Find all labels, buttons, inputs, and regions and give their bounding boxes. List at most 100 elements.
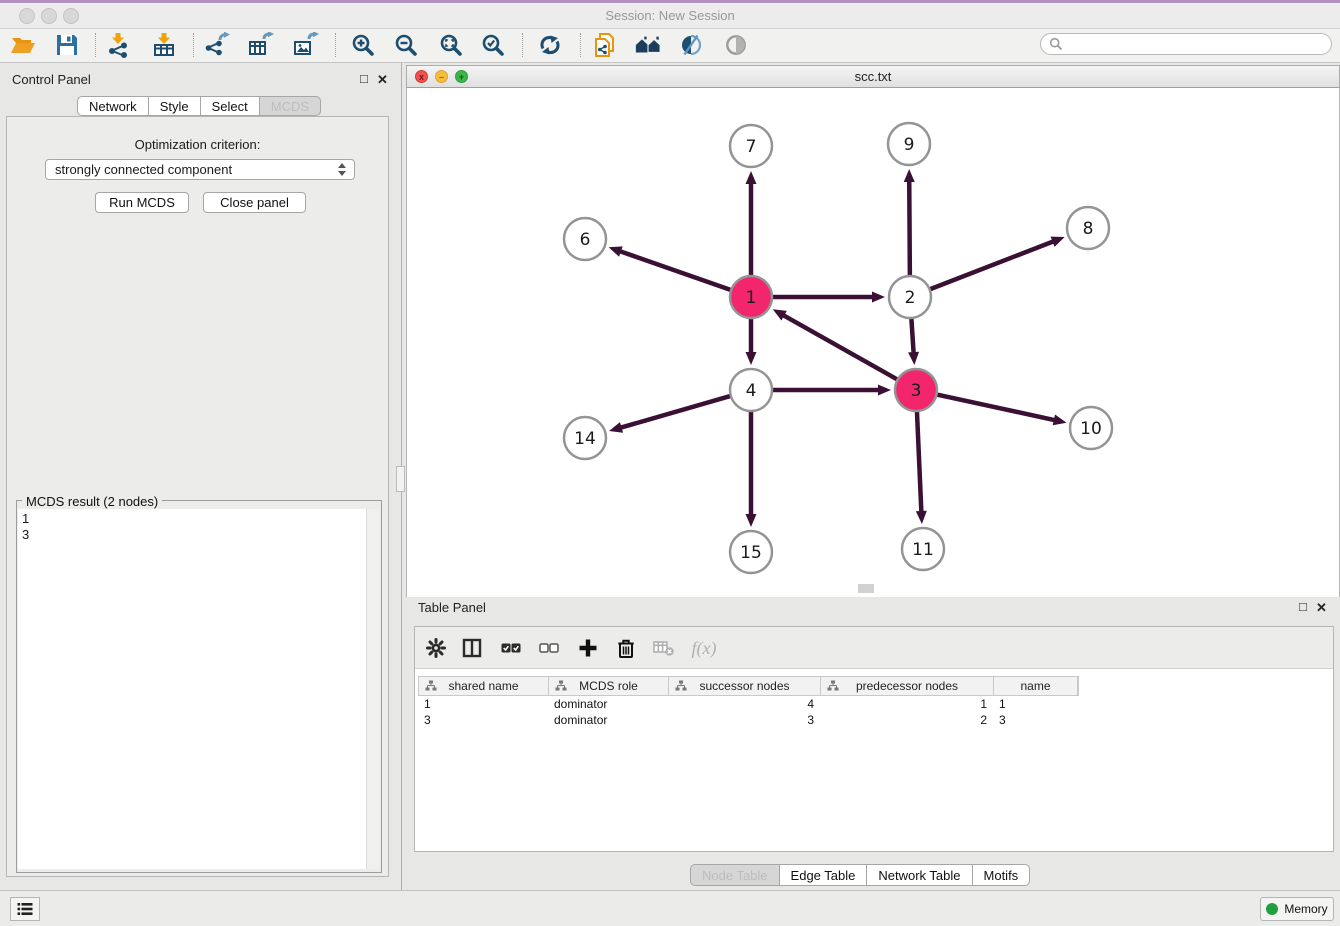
window-title: Session: New Session (0, 8, 1340, 23)
table-cell[interactable]: 3 (418, 713, 548, 727)
column-header-name[interactable]: name (994, 677, 1078, 695)
toolbar-separator (580, 33, 581, 57)
first-neighbors-icon[interactable] (634, 31, 662, 59)
unselect-all-icon[interactable] (535, 634, 563, 662)
column-header-mcds-role[interactable]: MCDS role (549, 677, 669, 695)
control-panel-tabs: NetworkStyleSelectMCDS (77, 96, 320, 116)
node-label-3: 3 (911, 381, 922, 401)
arrowhead-4-14 (609, 422, 623, 433)
tab-network-table[interactable]: Network Table (866, 864, 972, 886)
edge-3-11[interactable] (917, 409, 922, 512)
table-cell[interactable]: 2 (820, 713, 993, 727)
node-label-10: 10 (1080, 419, 1102, 439)
refresh-view-icon[interactable] (536, 31, 564, 59)
memory-button[interactable]: Memory (1260, 897, 1334, 921)
optimization-criterion-label: Optimization criterion: (0, 137, 395, 152)
close-panel-button[interactable]: Close panel (203, 192, 306, 213)
arrowhead-3-10 (1053, 415, 1067, 426)
fit-content-icon[interactable] (437, 31, 465, 59)
tab-motifs[interactable]: Motifs (972, 864, 1031, 886)
table-cell[interactable]: 1 (418, 697, 548, 711)
network-canvas[interactable]: 7968124314101511 (406, 88, 1340, 597)
table-row[interactable]: 3dominator323 (418, 712, 1077, 728)
node-label-4: 4 (746, 381, 757, 401)
save-session-icon[interactable] (53, 31, 81, 59)
table-options-icon[interactable] (422, 634, 450, 662)
delete-row-icon[interactable] (612, 634, 640, 662)
task-history-button[interactable] (10, 897, 40, 921)
arrowhead-2-3 (908, 352, 919, 365)
node-label-9: 9 (904, 135, 915, 155)
arrowhead-4-15 (746, 514, 757, 527)
table-cell[interactable]: 3 (993, 713, 1077, 727)
tab-style[interactable]: Style (148, 96, 201, 116)
memory-label: Memory (1284, 902, 1327, 916)
show-columns-icon[interactable] (458, 634, 486, 662)
search-icon (1049, 37, 1063, 51)
mcds-result-textarea[interactable]: 1 3 (18, 509, 366, 869)
search-input[interactable] (1063, 36, 1317, 52)
node-label-1: 1 (746, 288, 757, 308)
tab-node-table[interactable]: Node Table (690, 864, 780, 886)
edge-2-9[interactable] (909, 181, 910, 278)
tab-edge-table[interactable]: Edge Table (779, 864, 868, 886)
tab-network[interactable]: Network (77, 96, 149, 116)
float-table-panel-icon[interactable]: □ (1299, 599, 1307, 614)
zoom-in-icon[interactable] (349, 31, 377, 59)
float-panel-icon[interactable]: □ (360, 71, 368, 86)
tab-mcds[interactable]: MCDS (259, 96, 321, 116)
zoom-out-icon[interactable] (392, 31, 420, 59)
close-panel-icon[interactable]: ✕ (377, 72, 388, 88)
table-cell[interactable]: dominator (548, 697, 668, 711)
table-row[interactable]: 1dominator411 (418, 696, 1077, 712)
column-type-icon (425, 680, 437, 692)
column-header-predecessor-nodes[interactable]: predecessor nodes (821, 677, 994, 695)
close-table-panel-icon[interactable]: ✕ (1316, 600, 1327, 616)
edge-1-6[interactable] (620, 251, 733, 291)
toolbar-separator (335, 33, 336, 57)
toolbar-separator (95, 33, 96, 57)
table-cell[interactable]: 4 (668, 697, 820, 711)
import-network-icon[interactable] (104, 31, 132, 59)
criterion-select[interactable]: strongly connected component (45, 159, 355, 180)
edge-3-10[interactable] (935, 394, 1055, 420)
select-all-icon[interactable] (497, 634, 525, 662)
search-box (1040, 33, 1332, 55)
table-cell[interactable]: dominator (548, 713, 668, 727)
zoom-selected-icon[interactable] (479, 31, 507, 59)
column-header-successor-nodes[interactable]: successor nodes (669, 677, 821, 695)
canvas-scrollbar-thumb[interactable] (858, 584, 874, 593)
add-row-icon[interactable] (574, 634, 602, 662)
criterion-value: strongly connected component (55, 162, 232, 177)
column-type-icon (827, 680, 839, 692)
node-label-2: 2 (905, 288, 916, 308)
open-file-icon[interactable] (9, 31, 37, 59)
export-table-icon[interactable] (247, 31, 275, 59)
edge-2-3[interactable] (911, 316, 913, 353)
memory-status-icon (1266, 903, 1278, 915)
table-cell[interactable]: 1 (820, 697, 993, 711)
export-image-icon[interactable] (292, 31, 320, 59)
result-scrollbar[interactable] (366, 509, 379, 869)
duplicate-network-icon[interactable] (592, 31, 620, 59)
edge-3-1[interactable] (783, 315, 899, 381)
arrowhead-2-9 (904, 169, 915, 182)
show-hide-details-icon[interactable] (678, 31, 706, 59)
table-cell[interactable]: 1 (993, 697, 1077, 711)
edge-4-14[interactable] (621, 395, 733, 427)
import-table-icon[interactable] (150, 31, 178, 59)
table-cell[interactable]: 3 (668, 713, 820, 727)
delete-table-icon[interactable] (650, 634, 678, 662)
function-builder-icon[interactable]: f(x) (686, 634, 722, 662)
node-label-14: 14 (574, 429, 596, 449)
tab-select[interactable]: Select (200, 96, 260, 116)
edge-2-8[interactable] (928, 241, 1054, 290)
select-stepper-icon (338, 163, 347, 176)
bird-eye-view-icon[interactable] (722, 31, 750, 59)
export-network-icon[interactable] (203, 31, 231, 59)
run-mcds-button[interactable]: Run MCDS (95, 192, 189, 213)
node-label-6: 6 (580, 230, 591, 250)
column-header-shared-name[interactable]: shared name (419, 677, 549, 695)
splitter-handle[interactable] (396, 466, 405, 492)
mcds-result-title: MCDS result (2 nodes) (22, 494, 162, 509)
